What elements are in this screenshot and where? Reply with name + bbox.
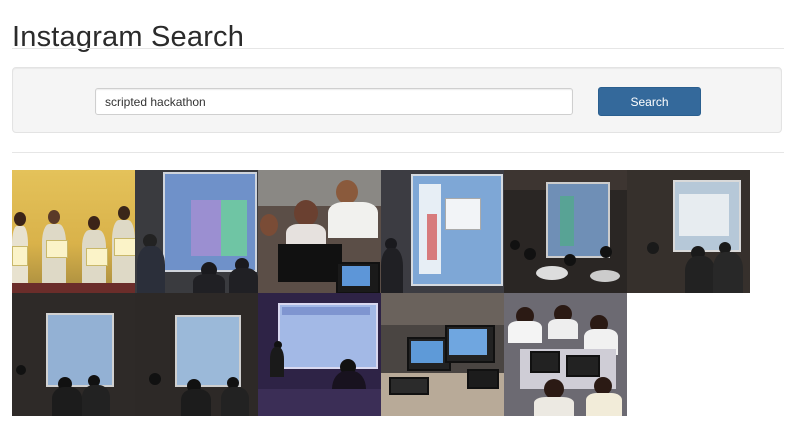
search-button[interactable]: Search — [598, 87, 701, 116]
photo-tile[interactable] — [12, 170, 135, 293]
photo-tile[interactable] — [627, 170, 750, 293]
search-input[interactable] — [95, 88, 573, 115]
photo-tile[interactable] — [12, 293, 135, 416]
photo-tile[interactable] — [135, 293, 258, 416]
page-title: Instagram Search — [12, 21, 245, 54]
divider — [12, 152, 784, 153]
photo-tile[interactable] — [504, 170, 627, 293]
photo-grid — [12, 170, 752, 416]
photo-tile[interactable] — [135, 170, 258, 293]
photo-tile[interactable] — [381, 170, 504, 293]
search-panel: Search — [12, 67, 782, 133]
divider — [12, 48, 784, 49]
photo-tile[interactable] — [504, 293, 627, 416]
photo-tile[interactable] — [258, 170, 381, 293]
photo-tile[interactable] — [258, 293, 381, 416]
photo-tile[interactable] — [381, 293, 504, 416]
